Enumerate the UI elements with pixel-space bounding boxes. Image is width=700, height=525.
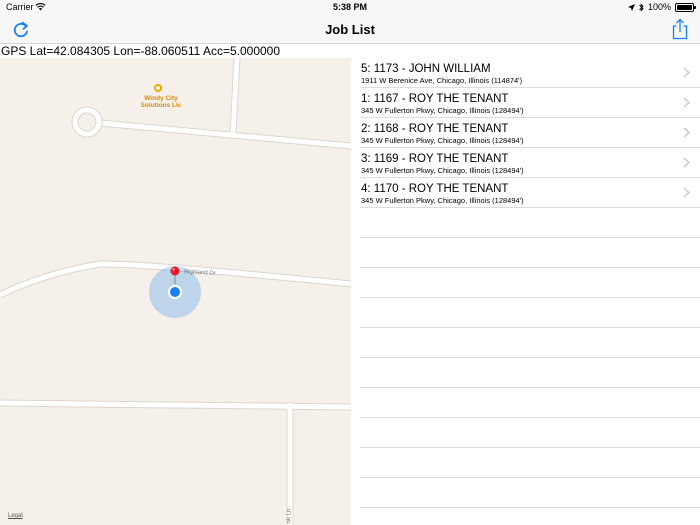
battery-icon: [675, 2, 696, 12]
chevron-right-icon: [683, 187, 690, 198]
poi-label: Windy City Solutions Llc: [140, 95, 182, 109]
page-title: Job List: [325, 22, 375, 37]
user-location-icon: [168, 285, 182, 299]
job-address: 345 W Fullerton Pkwy, Chicago, Illinois …: [361, 166, 524, 175]
empty-row: [351, 268, 700, 298]
job-title: 3: 1169 - ROY THE TENANT: [361, 153, 509, 165]
empty-row: [351, 448, 700, 478]
table-row[interactable]: 5: 1173 - JOHN WILLIAM 1911 W Berenice A…: [351, 58, 700, 88]
job-title: 1: 1167 - ROY THE TENANT: [361, 93, 509, 105]
job-title: 4: 1170 - ROY THE TENANT: [361, 183, 509, 195]
chevron-right-icon: [683, 97, 690, 108]
empty-row: [351, 238, 700, 268]
chevron-right-icon: [683, 127, 690, 138]
table-row[interactable]: 1: 1167 - ROY THE TENANT 345 W Fullerton…: [351, 88, 700, 118]
job-title: 5: 1173 - JOHN WILLIAM: [361, 63, 491, 75]
empty-row: [351, 418, 700, 448]
job-list: 5: 1173 - JOHN WILLIAM 1911 W Berenice A…: [351, 58, 700, 525]
empty-row: [351, 478, 700, 508]
empty-row: [351, 328, 700, 358]
status-time: 5:38 PM: [332, 2, 367, 12]
empty-row: [351, 208, 700, 238]
status-right: 100%: [627, 2, 696, 12]
chevron-right-icon: [683, 157, 690, 168]
table-row[interactable]: 3: 1169 - ROY THE TENANT 345 W Fullerton…: [351, 148, 700, 178]
chevron-right-icon: [683, 67, 690, 78]
job-address: 1911 W Berenice Ave, Chicago, Illinois (…: [361, 76, 523, 85]
navigation-bar: Job List: [0, 15, 700, 44]
job-address: 345 W Fullerton Pkwy, Chicago, Illinois …: [361, 136, 524, 145]
battery-percent: 100%: [647, 2, 671, 12]
job-title: 2: 1168 - ROY THE TENANT: [361, 123, 509, 135]
empty-row: [351, 358, 700, 388]
location-arrow-icon: [627, 3, 635, 11]
table-row[interactable]: 2: 1168 - ROY THE TENANT 345 W Fullerton…: [351, 118, 700, 148]
road-label-vertical: ok Ln: [286, 508, 293, 524]
legal-link[interactable]: Legal: [8, 513, 23, 519]
map-view[interactable]: Windy City Solutions Llc Highland Dr ok …: [0, 58, 351, 525]
table-row[interactable]: 4: 1170 - ROY THE TENANT 345 W Fullerton…: [351, 178, 700, 208]
share-icon[interactable]: [670, 18, 690, 40]
status-bar: Carrier 5:38 PM 100%: [0, 0, 700, 15]
job-address: 345 W Fullerton Pkwy, Chicago, Illinois …: [361, 196, 524, 205]
job-address: 345 W Fullerton Pkwy, Chicago, Illinois …: [361, 106, 524, 115]
empty-row: [351, 388, 700, 418]
empty-row: [351, 298, 700, 328]
gps-readout: GPS Lat=42.084305 Lon=-88.060511 Acc=5.0…: [1, 44, 281, 58]
bluetooth-icon: [639, 2, 644, 12]
map-roads: [0, 58, 351, 525]
